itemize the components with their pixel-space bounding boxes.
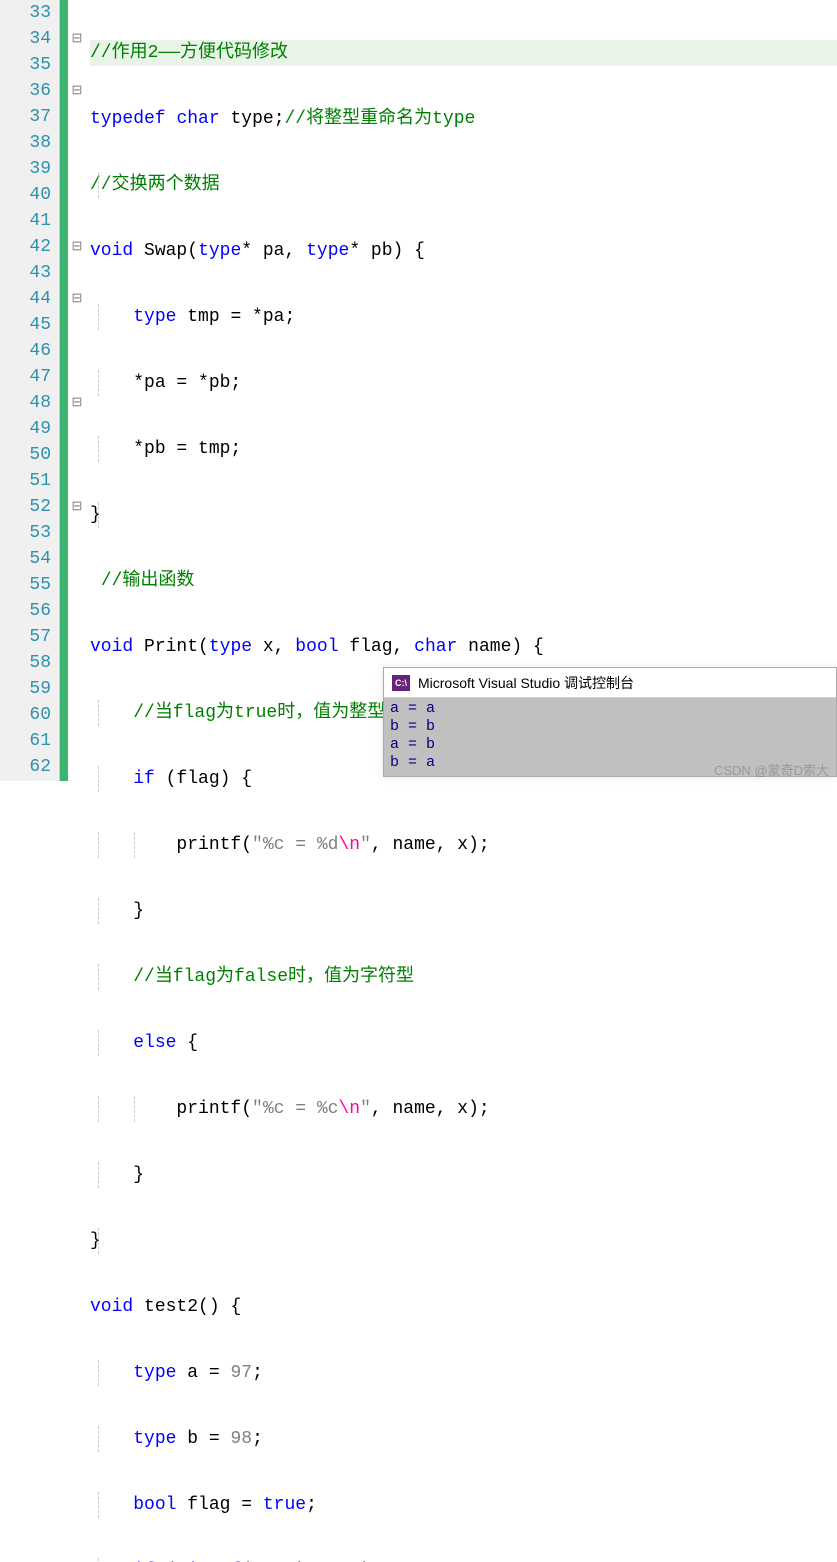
line-number: 61 — [0, 728, 51, 754]
change-marker — [60, 0, 68, 781]
comment-text: //作用2——方便代码修改 — [90, 43, 288, 63]
line-number: 47 — [0, 364, 51, 390]
line-number: 39 — [0, 156, 51, 182]
console-line: b = b — [390, 718, 830, 736]
code-editor: 33 34 35 36 37 38 39 40 41 42 43 44 45 4… — [0, 0, 837, 781]
line-number: 34 — [0, 26, 51, 52]
line-number: 48 — [0, 390, 51, 416]
line-number: 51 — [0, 468, 51, 494]
console-title-text: Microsoft Visual Studio 调试控制台 — [418, 673, 634, 693]
line-number: 40 — [0, 182, 51, 208]
line-number: 41 — [0, 208, 51, 234]
line-number: 50 — [0, 442, 51, 468]
line-number: 37 — [0, 104, 51, 130]
line-number: 45 — [0, 312, 51, 338]
line-number: 62 — [0, 754, 51, 780]
fold-toggle-icon[interactable]: ⊟ — [68, 26, 86, 52]
line-number-gutter: 33 34 35 36 37 38 39 40 41 42 43 44 45 4… — [0, 0, 60, 781]
line-number: 35 — [0, 52, 51, 78]
fold-toggle-icon[interactable]: ⊟ — [68, 390, 86, 416]
line-number: 42 — [0, 234, 51, 260]
fold-toggle-icon[interactable]: ⊟ — [68, 234, 86, 260]
line-number: 33 — [0, 0, 51, 26]
line-number: 49 — [0, 416, 51, 442]
fold-toggle-icon[interactable]: ⊟ — [68, 494, 86, 520]
line-number: 56 — [0, 598, 51, 624]
line-number: 43 — [0, 260, 51, 286]
line-number: 52 — [0, 494, 51, 520]
line-number: 44 — [0, 286, 51, 312]
console-line: a = b — [390, 736, 830, 754]
console-line: a = a — [390, 700, 830, 718]
line-number: 55 — [0, 572, 51, 598]
line-number: 38 — [0, 130, 51, 156]
line-number: 54 — [0, 546, 51, 572]
line-number: 36 — [0, 78, 51, 104]
watermark-text: CSDN @蒙奇D索大 — [714, 760, 829, 779]
fold-gutter: ⊟ ⊟ ⊟ ⊟ ⊟ ⊟ — [68, 0, 86, 781]
code-area[interactable]: //作用2——方便代码修改 typedef char type;//将整型重命名… — [86, 0, 837, 781]
console-titlebar[interactable]: C:\ Microsoft Visual Studio 调试控制台 — [384, 668, 836, 698]
line-number: 46 — [0, 338, 51, 364]
line-number: 59 — [0, 676, 51, 702]
fold-toggle-icon[interactable]: ⊟ — [68, 78, 86, 104]
vs-icon: C:\ — [392, 675, 410, 691]
line-number: 53 — [0, 520, 51, 546]
fold-toggle-icon[interactable]: ⊟ — [68, 286, 86, 312]
line-number: 60 — [0, 702, 51, 728]
line-number: 58 — [0, 650, 51, 676]
line-number: 57 — [0, 624, 51, 650]
